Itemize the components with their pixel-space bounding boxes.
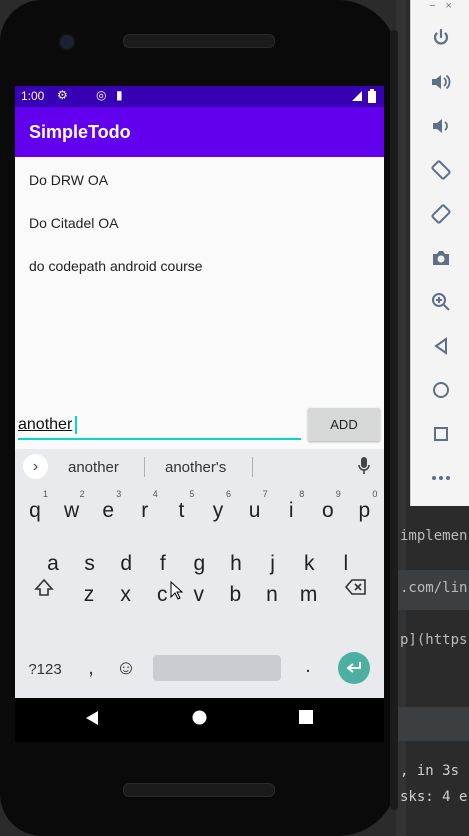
overview-button[interactable] bbox=[411, 416, 469, 452]
mouse-pointer-icon bbox=[170, 580, 184, 606]
enter-icon bbox=[346, 662, 361, 673]
spacebar-key[interactable] bbox=[153, 655, 281, 681]
shift-key[interactable] bbox=[29, 577, 59, 607]
rotate-right-button[interactable] bbox=[411, 196, 469, 232]
key-hint: 6 bbox=[226, 489, 232, 499]
add-button[interactable]: ADD bbox=[308, 408, 380, 441]
volume-down-icon bbox=[432, 119, 448, 133]
front-camera bbox=[60, 35, 74, 49]
symbols-key[interactable]: ?123 bbox=[25, 661, 65, 678]
suggestion-bar: › another another's bbox=[15, 449, 384, 485]
phone-screen: 1:00 ⚙ ◎ ▮ SimpleTodo Do DRW OA Do Citad… bbox=[15, 86, 384, 698]
chevron-right-icon: › bbox=[32, 457, 39, 475]
nav-home-icon[interactable] bbox=[192, 710, 207, 725]
volume-up-button[interactable] bbox=[411, 64, 469, 100]
rotate-right-icon bbox=[430, 204, 451, 224]
app-bar: SimpleTodo bbox=[15, 107, 384, 157]
key-hint: 8 bbox=[299, 489, 305, 499]
soft-keyboard: › another another's q1w2e3r4t5y6u7i8o9p0… bbox=[15, 449, 384, 698]
emulator-toolbar: − × bbox=[410, 0, 469, 506]
zoom-button[interactable] bbox=[411, 284, 469, 320]
key-m[interactable]: m bbox=[291, 577, 327, 613]
ide-code-line: .com/lin bbox=[400, 580, 468, 596]
key-x[interactable]: x bbox=[108, 577, 144, 613]
ide-build-status: , in 3s bbox=[400, 763, 460, 779]
ide-build-status: sks: 4 e bbox=[400, 789, 468, 805]
suggestion-divider bbox=[144, 457, 145, 477]
status-time: 1:00 bbox=[21, 89, 45, 103]
rotate-left-icon bbox=[430, 160, 451, 180]
period-key[interactable]: . bbox=[300, 655, 316, 678]
suggestion-item[interactable]: another's bbox=[165, 459, 226, 476]
more-button[interactable] bbox=[411, 460, 469, 496]
todo-item[interactable]: Do DRW OA bbox=[29, 172, 108, 188]
key-z[interactable]: z bbox=[71, 577, 107, 613]
shift-icon bbox=[34, 578, 54, 596]
app-title: SimpleTodo bbox=[29, 122, 131, 142]
key-hint: 9 bbox=[335, 489, 341, 499]
nav-back-icon[interactable] bbox=[85, 710, 99, 726]
sync-icon: ◎ bbox=[96, 88, 107, 102]
backspace-icon bbox=[344, 579, 366, 595]
close-button[interactable]: × bbox=[446, 0, 452, 12]
suggestion-item[interactable]: another bbox=[68, 459, 119, 476]
camera-icon bbox=[432, 251, 449, 265]
top-speaker bbox=[123, 34, 275, 48]
ide-code-line: implemen bbox=[400, 528, 468, 544]
microphone-icon[interactable] bbox=[358, 457, 370, 475]
enter-key[interactable] bbox=[338, 652, 370, 684]
zoom-icon bbox=[431, 293, 450, 311]
settings-gear-icon: ⚙ bbox=[57, 88, 68, 102]
screenshot-button[interactable] bbox=[411, 240, 469, 276]
signal-icon bbox=[352, 91, 362, 101]
battery-icon bbox=[368, 89, 376, 103]
key-hint: 3 bbox=[116, 489, 122, 499]
ide-code-line: p](https bbox=[400, 632, 468, 648]
emoji-icon: ☺ bbox=[115, 657, 137, 679]
key-hint: 5 bbox=[189, 489, 195, 499]
key-hint: 1 bbox=[43, 489, 49, 499]
sd-card-icon: ▮ bbox=[116, 88, 123, 102]
rotate-left-button[interactable] bbox=[411, 152, 469, 188]
system-nav-bar bbox=[15, 698, 384, 742]
back-button[interactable] bbox=[411, 328, 469, 364]
volume-up-icon bbox=[431, 74, 450, 90]
key-hint: 4 bbox=[152, 489, 158, 499]
home-icon bbox=[432, 382, 449, 398]
key-hint: 0 bbox=[372, 489, 378, 499]
power-icon bbox=[433, 28, 448, 45]
backspace-key[interactable] bbox=[341, 577, 371, 607]
todo-input-text: another bbox=[18, 416, 73, 433]
emulator-window-controls: − × bbox=[411, 0, 469, 12]
more-icon bbox=[431, 476, 450, 480]
key-v[interactable]: v bbox=[181, 577, 217, 613]
suggestion-divider bbox=[252, 457, 253, 477]
todo-input[interactable]: another bbox=[18, 408, 301, 440]
bottom-speaker bbox=[123, 783, 275, 797]
phone-side-edge bbox=[390, 30, 398, 810]
key-b[interactable]: b bbox=[217, 577, 253, 613]
todo-item[interactable]: Do Citadel OA bbox=[29, 215, 118, 231]
volume-down-button[interactable] bbox=[411, 108, 469, 144]
home-button[interactable] bbox=[411, 372, 469, 408]
status-bar: 1:00 ⚙ ◎ ▮ bbox=[15, 86, 384, 107]
expand-toolbar-button[interactable]: › bbox=[23, 454, 48, 479]
emoji-key[interactable]: ☺ bbox=[115, 657, 137, 680]
comma-key[interactable]: , bbox=[83, 657, 99, 680]
power-button[interactable] bbox=[411, 20, 469, 56]
minimize-button[interactable]: − bbox=[429, 0, 435, 12]
key-n[interactable]: n bbox=[254, 577, 290, 613]
back-icon bbox=[433, 337, 447, 355]
todo-item[interactable]: do codepath android course bbox=[29, 258, 203, 274]
nav-overview-icon[interactable] bbox=[299, 710, 313, 724]
overview-icon bbox=[433, 427, 448, 441]
text-caret bbox=[75, 416, 77, 434]
key-hint: 7 bbox=[262, 489, 268, 499]
ide-panel-header bbox=[396, 707, 469, 741]
key-hint: 2 bbox=[79, 489, 85, 499]
